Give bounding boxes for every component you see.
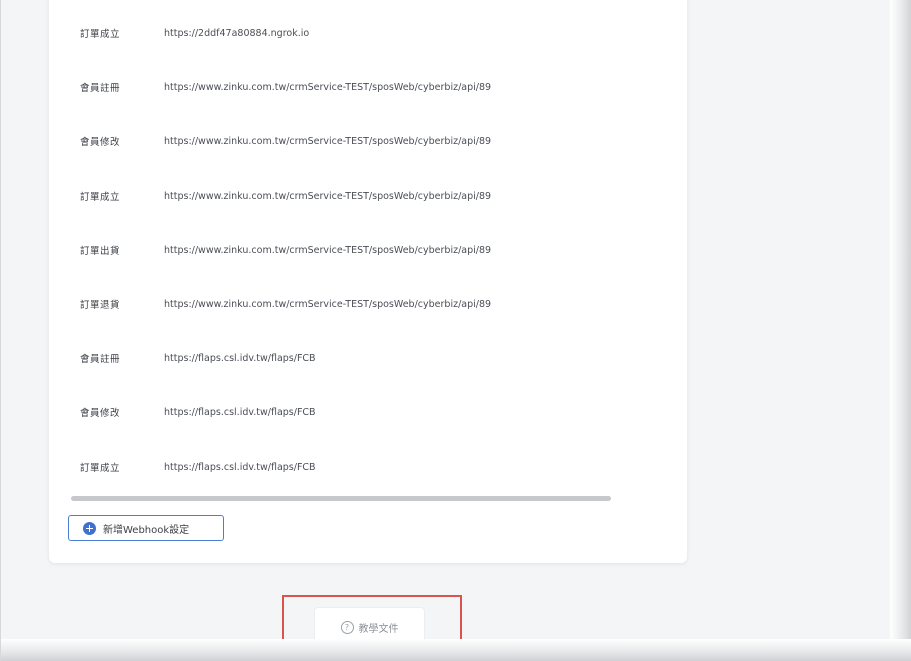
webhook-url: https://www.zinku.com.tw/crmService-TEST… bbox=[164, 135, 492, 147]
window-right-edge bbox=[890, 0, 911, 661]
plus-circle-icon bbox=[83, 521, 96, 535]
webhook-row: 會員修改 https://flaps.csl.idv.tw/flaps/FCB bbox=[49, 400, 669, 424]
add-webhook-label: 新增Webhook設定 bbox=[103, 524, 190, 536]
webhook-url: https://www.zinku.com.tw/crmService-TEST… bbox=[164, 190, 492, 202]
webhook-event: 訂單成立 bbox=[80, 463, 121, 474]
webhook-row: 訂單成立 https://www.zinku.com.tw/crmService-… bbox=[49, 184, 669, 208]
webhook-event: 訂單退貨 bbox=[80, 300, 121, 311]
window-bottom-edge bbox=[1, 639, 911, 661]
add-webhook-button[interactable]: 新增Webhook設定 bbox=[68, 515, 224, 541]
webhook-event: 會員註冊 bbox=[80, 354, 121, 365]
webhook-url: https://www.zinku.com.tw/crmService-TEST… bbox=[164, 244, 492, 256]
webhook-url: https://flaps.csl.idv.tw/flaps/FCB bbox=[164, 352, 316, 364]
webhook-url: https://flaps.csl.idv.tw/flaps/FCB bbox=[164, 406, 316, 418]
webhook-event: 訂單出貨 bbox=[80, 246, 121, 257]
webhook-url: https://www.zinku.com.tw/crmService-TEST… bbox=[164, 298, 492, 310]
horizontal-scrollbar[interactable] bbox=[71, 496, 611, 501]
webhook-row: 會員修改 https://www.zinku.com.tw/crmService-… bbox=[49, 129, 669, 153]
webhook-event: 訂單成立 bbox=[80, 29, 121, 40]
webhook-settings-card: 訂單成立 https://2ddf47a80884.ngrok.io 會員註冊 htt… bbox=[49, 0, 687, 563]
tutorial-docs-label: 教學文件 bbox=[358, 623, 399, 635]
webhook-url: https://flaps.csl.idv.tw/flaps/FCB bbox=[164, 461, 316, 473]
webhook-event: 訂單成立 bbox=[80, 192, 121, 203]
page-viewport: 訂單成立 https://2ddf47a80884.ngrok.io 會員註冊 htt… bbox=[0, 0, 911, 661]
webhook-url: https://2ddf47a80884.ngrok.io bbox=[164, 27, 310, 39]
question-circle-icon: ? bbox=[340, 620, 354, 634]
webhook-row: 會員註冊 https://www.zinku.com.tw/crmService-… bbox=[49, 75, 669, 99]
webhook-row: 訂單成立 https://2ddf47a80884.ngrok.io bbox=[49, 21, 669, 45]
webhook-row: 訂單成立 https://flaps.csl.idv.tw/flaps/FCB bbox=[49, 455, 669, 479]
webhook-event: 會員修改 bbox=[80, 137, 121, 148]
webhook-row: 訂單出貨 https://www.zinku.com.tw/crmService-… bbox=[49, 238, 669, 262]
webhook-event: 會員註冊 bbox=[80, 83, 121, 94]
webhook-row: 訂單退貨 https://www.zinku.com.tw/crmService-… bbox=[49, 292, 669, 316]
webhook-url: https://www.zinku.com.tw/crmService-TEST… bbox=[164, 81, 492, 93]
webhook-event: 會員修改 bbox=[80, 408, 121, 419]
webhook-row: 會員註冊 https://flaps.csl.idv.tw/flaps/FCB bbox=[49, 346, 669, 370]
